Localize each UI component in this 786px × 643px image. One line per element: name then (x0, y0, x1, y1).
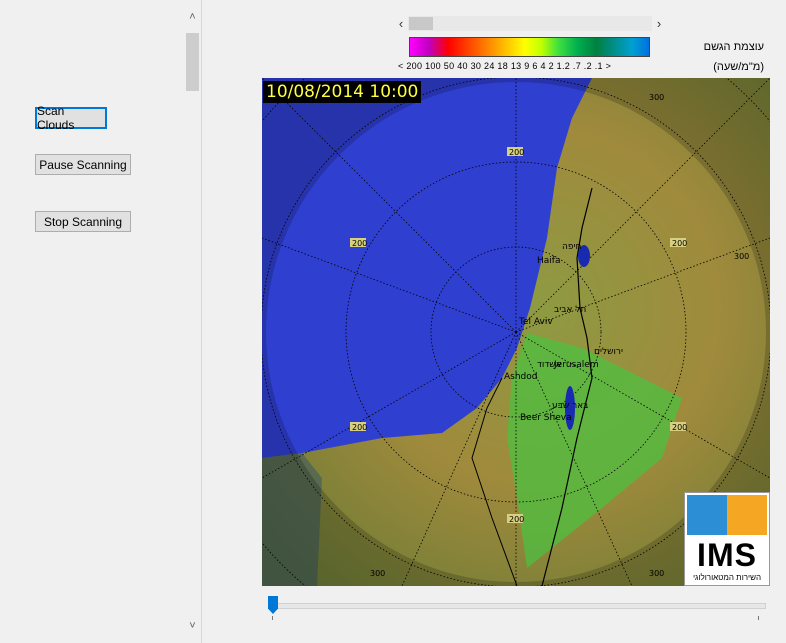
scroll-left-icon[interactable]: ‹ (394, 15, 408, 32)
horizontal-scroll-track[interactable] (408, 16, 652, 31)
timeline-slider-track[interactable] (268, 603, 766, 609)
scroll-up-icon[interactable]: ˄ (184, 8, 201, 25)
scroll-right-icon[interactable]: › (652, 15, 666, 32)
range-label: 200 (672, 423, 687, 432)
range-label: 200 (509, 148, 524, 157)
timeline-slider-thumb[interactable] (268, 596, 278, 614)
horizontal-scroll-thumb[interactable] (409, 17, 433, 30)
city-label-en: Beer Sheva (520, 413, 572, 423)
legend-title: עוצמת הגשם (703, 41, 764, 53)
stop-scanning-button[interactable]: Stop Scanning (35, 211, 131, 232)
range-label: 300 (649, 93, 664, 102)
range-label: 200 (509, 515, 524, 524)
city-label-en: Haifa (537, 256, 560, 266)
city-label-he: ירושלים (594, 347, 623, 357)
panel-divider (201, 0, 202, 643)
vertical-scroll-thumb[interactable] (186, 33, 199, 91)
ims-logo: IMS השירות המטאורולוגי (684, 492, 770, 586)
scan-clouds-button[interactable]: Scan Clouds (35, 104, 107, 132)
slider-tick (758, 616, 759, 620)
range-label: 300 (734, 252, 749, 261)
city-label-en: Ashdod (504, 372, 537, 382)
vertical-scrollbar[interactable]: ˄ ˅ (184, 8, 201, 634)
legend-unit: (מ"מ/שעה) (713, 61, 764, 73)
city-label-en: Tel Aviv (518, 317, 553, 327)
city-label-he: חיפה (562, 242, 582, 252)
range-label: 200 (672, 239, 687, 248)
range-label: 200 (352, 239, 367, 248)
city-label-he: תל אביב (554, 305, 586, 315)
horizontal-scrollbar[interactable]: ‹ › (394, 15, 666, 32)
rain-intensity-color-scale (409, 37, 650, 57)
scroll-down-icon[interactable]: ˅ (184, 617, 201, 634)
range-label: 300 (649, 569, 664, 578)
logo-subtitle: השירות המטאורולוגי (692, 573, 762, 582)
city-label-he: באר שבע (552, 401, 588, 411)
slider-tick (272, 616, 273, 620)
city-label-he: אשדוד (537, 360, 562, 370)
range-label: 200 (352, 423, 367, 432)
pause-scanning-button[interactable]: Pause Scanning (35, 154, 131, 175)
range-label: 300 (370, 569, 385, 578)
logo-name: IMS (697, 537, 757, 573)
radar-timestamp: 10/08/2014 10:00 (263, 81, 422, 103)
weather-logo-icon (687, 495, 767, 535)
legend-scale-labels: < 200 100 50 40 30 24 18 13 9 6 4 2 1.2 … (398, 61, 612, 71)
